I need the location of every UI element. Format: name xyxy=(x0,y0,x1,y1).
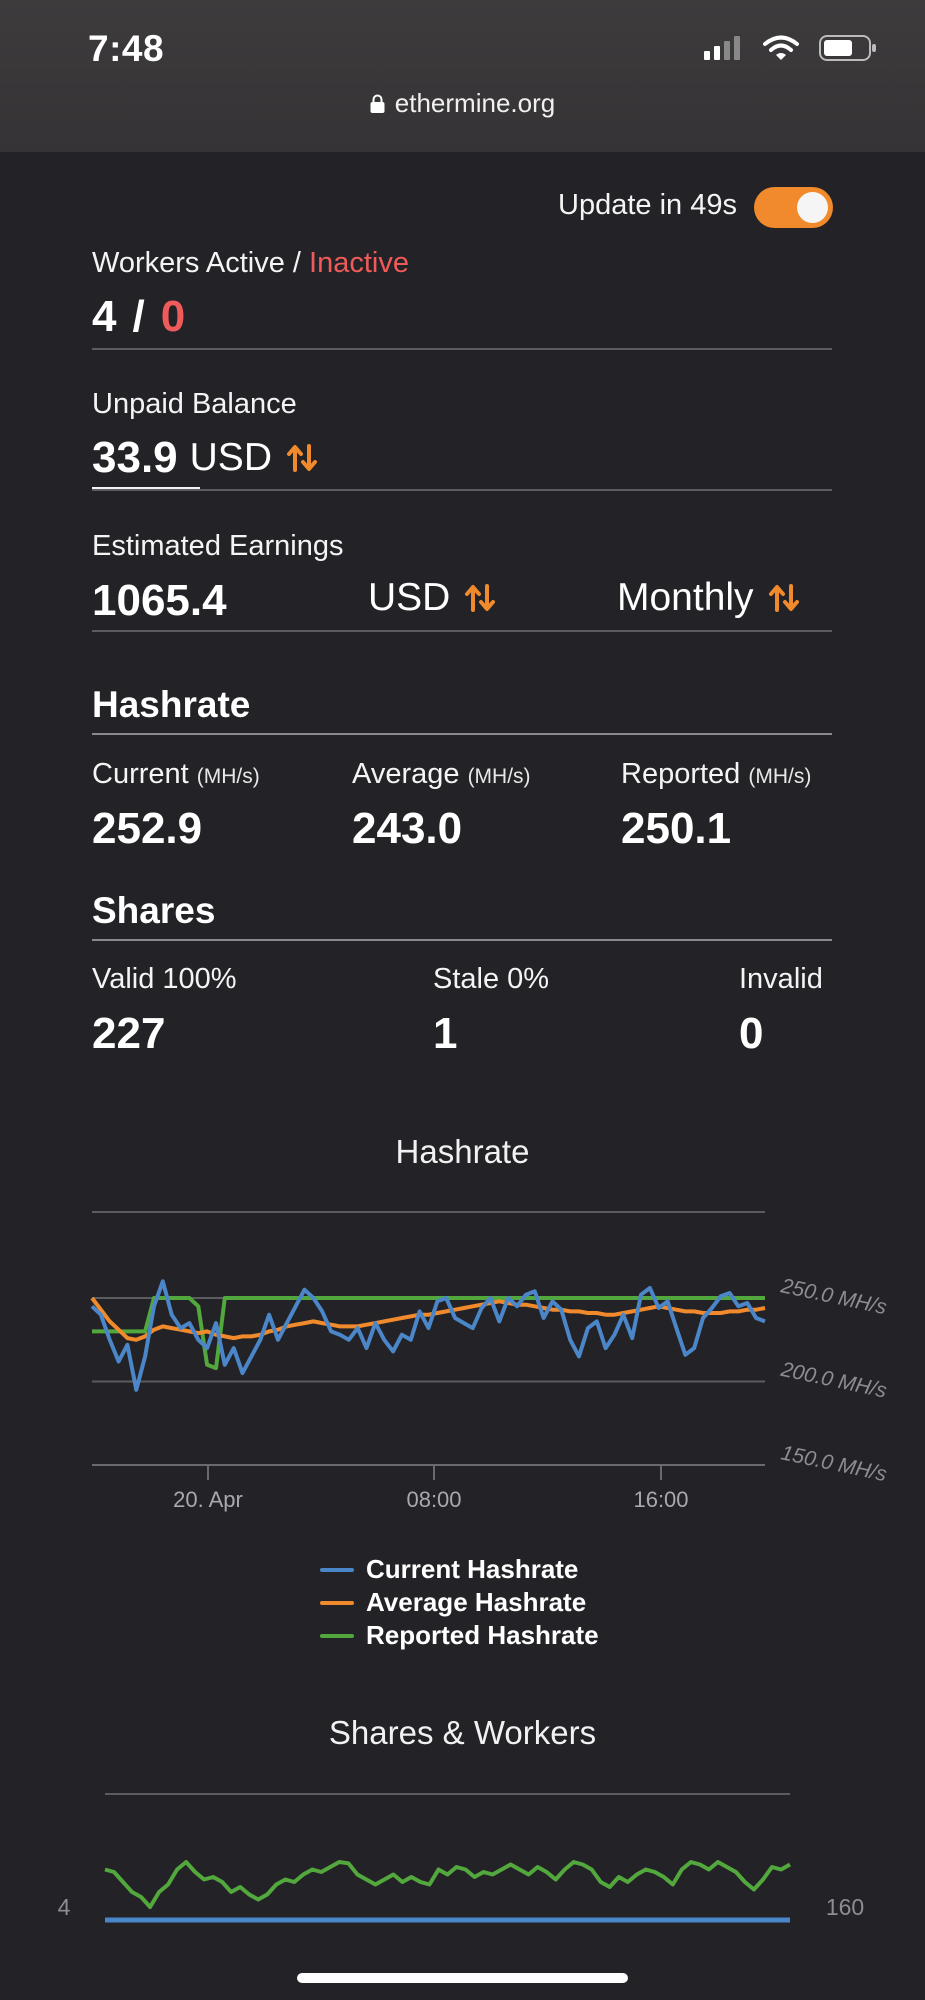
legend-swatch-current xyxy=(320,1567,354,1572)
hashrate-chart-title: Hashrate xyxy=(395,1133,530,1170)
average-hashrate-label-text: Average xyxy=(352,758,460,790)
current-hashrate-value: 252.9 xyxy=(92,804,203,853)
legend-item-average[interactable]: Average Hashrate xyxy=(320,1586,599,1619)
address-bar[interactable]: ethermine.org xyxy=(0,88,925,119)
reported-hashrate-unit: (MH/s) xyxy=(748,765,812,788)
workers-separator: / xyxy=(132,292,145,341)
average-hashrate-label: Average (MH/s) xyxy=(352,758,531,791)
hashrate-chart[interactable]: 250.0 MH/s 200.0 MH/s 150.0 MH/s 20. Apr 08:… xyxy=(0,1190,925,1520)
average-hashrate-unit: (MH/s) xyxy=(467,765,531,788)
auto-update-toggle[interactable] xyxy=(754,187,833,228)
estimated-earnings-value: 1065.4 xyxy=(92,576,227,625)
reported-hashrate-label: Reported (MH/s) xyxy=(621,758,811,791)
url-text: ethermine.org xyxy=(394,88,556,118)
y-right-tick-label: 160 xyxy=(826,1894,864,1920)
earnings-period: Monthly xyxy=(617,576,754,619)
unpaid-balance-value: 33.9 xyxy=(92,433,178,482)
x-tick-label: 20. Apr xyxy=(173,1487,243,1512)
y-tick-label: 150.0 MH/s xyxy=(779,1441,889,1486)
reported-hashrate-label-text: Reported xyxy=(621,758,741,790)
current-hashrate-label: Current (MH/s) xyxy=(92,758,260,791)
earnings-currency: USD xyxy=(368,576,451,619)
update-countdown: Update in 49s xyxy=(558,189,737,221)
legend-label-reported: Reported Hashrate xyxy=(366,1620,599,1650)
browser-top-bar: 7:48 ethermine.org xyxy=(0,0,925,152)
battery-icon xyxy=(819,35,876,61)
legend-item-reported[interactable]: Reported Hashrate xyxy=(320,1619,599,1652)
workers-values: 4 / 0 xyxy=(92,292,185,342)
shares-valid-value: 227 xyxy=(92,1009,166,1058)
legend-label-average: Average Hashrate xyxy=(366,1587,587,1617)
legend-item-current[interactable]: Current Hashrate xyxy=(320,1553,599,1586)
series-line-shares xyxy=(104,1860,791,1909)
shares-stale-value: 1 xyxy=(433,1009,458,1058)
currency-switch-icon[interactable] xyxy=(286,442,318,474)
shares-valid-label: Valid 100% xyxy=(92,963,237,995)
toggle-knob xyxy=(797,192,828,223)
wifi-icon xyxy=(763,35,799,60)
shares-invalid-label: Invalid xyxy=(739,963,823,995)
shares-workers-chart-title: Shares & Workers xyxy=(328,1714,597,1751)
y-tick-label: 200.0 MH/s xyxy=(778,1358,889,1403)
workers-inactive-count: 0 xyxy=(160,292,186,341)
unpaid-balance-currency: USD xyxy=(189,436,272,479)
earnings-currency-selector[interactable]: USD xyxy=(368,576,496,620)
period-switch-icon xyxy=(768,584,799,612)
x-tick-label: 16:00 xyxy=(633,1487,688,1512)
current-hashrate-label-text: Current xyxy=(92,758,189,790)
shares-workers-chart[interactable]: 4 160 xyxy=(0,1780,925,1940)
status-icons xyxy=(703,34,877,62)
hashrate-section-title: Hashrate xyxy=(92,684,251,725)
divider xyxy=(92,489,832,491)
average-hashrate-value: 243.0 xyxy=(352,804,463,853)
estimated-earnings-label: Estimated Earnings xyxy=(92,530,344,562)
currency-switch-icon xyxy=(465,584,496,612)
workers-label: Workers Active / Inactive xyxy=(92,247,409,280)
divider xyxy=(92,939,832,941)
home-indicator[interactable] xyxy=(297,1973,628,1983)
workers-active-count: 4 xyxy=(92,292,117,341)
divider xyxy=(92,348,832,350)
y-left-tick-label: 4 xyxy=(58,1894,71,1920)
workers-inactive-label: Inactive xyxy=(309,247,409,279)
legend-label-current: Current Hashrate xyxy=(366,1554,579,1584)
divider xyxy=(92,630,832,632)
cellular-signal-icon xyxy=(704,36,740,60)
divider xyxy=(92,733,832,735)
current-hashrate-unit: (MH/s) xyxy=(196,765,260,788)
legend-swatch-average xyxy=(320,1600,354,1605)
hashrate-legend: Current Hashrate Average Hashrate Report… xyxy=(320,1553,599,1652)
unpaid-balance-label: Unpaid Balance xyxy=(92,388,297,420)
workers-active-label: Workers Active / xyxy=(92,247,310,279)
shares-invalid-value: 0 xyxy=(739,1009,764,1058)
reported-hashrate-value: 250.1 xyxy=(621,804,732,853)
unpaid-balance-row: 33.9 USD xyxy=(92,433,318,483)
lock-icon xyxy=(370,94,385,113)
status-time: 7:48 xyxy=(88,28,165,69)
shares-section-title: Shares xyxy=(92,890,216,931)
y-tick-label: 250.0 MH/s xyxy=(778,1274,889,1319)
shares-stale-label: Stale 0% xyxy=(433,963,550,995)
legend-swatch-reported xyxy=(320,1633,354,1638)
earnings-period-selector[interactable]: Monthly xyxy=(617,576,800,620)
x-tick-label: 08:00 xyxy=(406,1487,461,1512)
